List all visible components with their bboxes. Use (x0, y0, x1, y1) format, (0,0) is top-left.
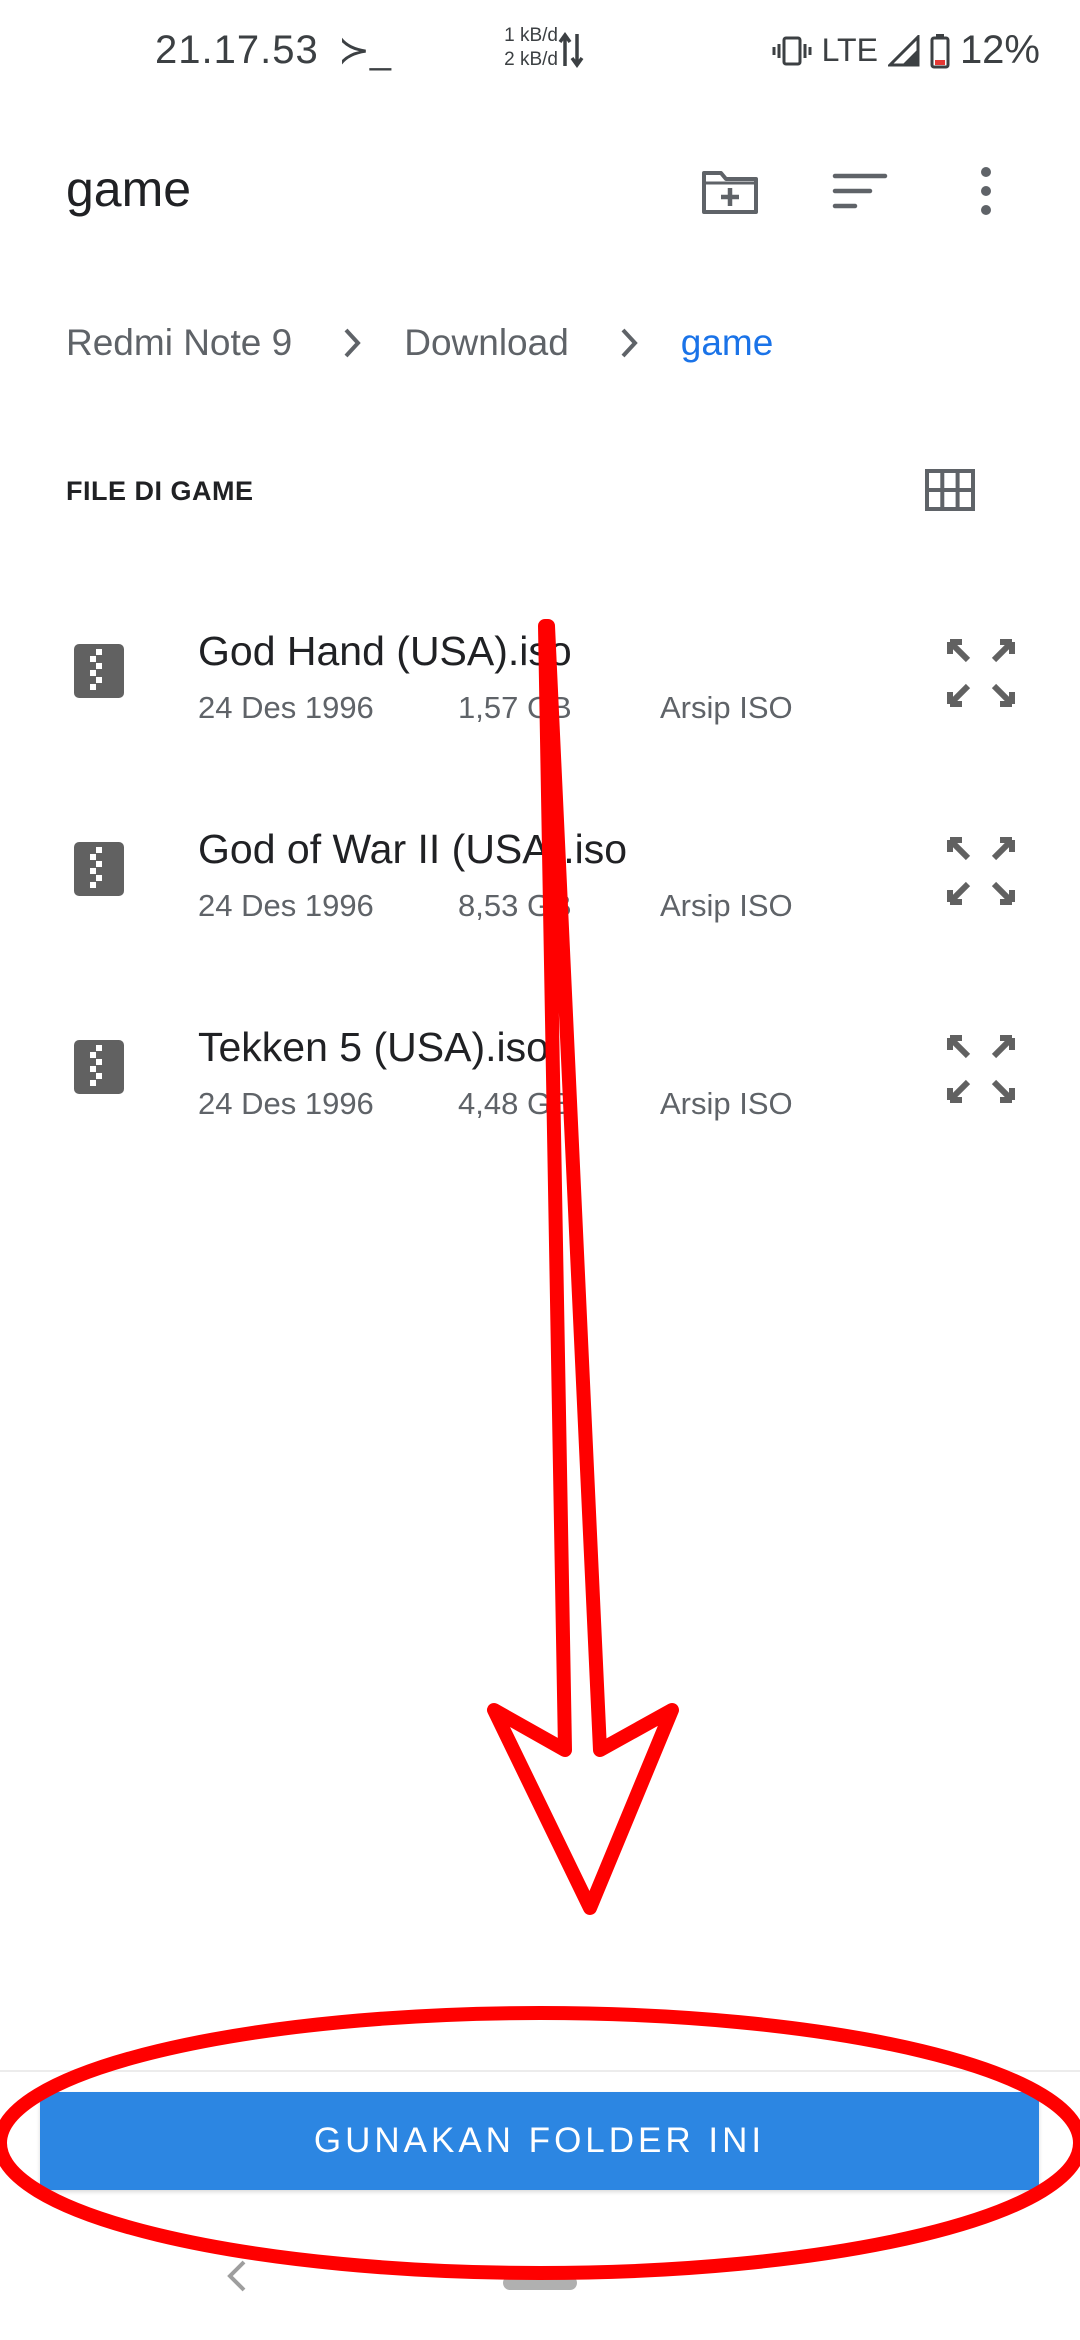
chevron-right-icon (334, 323, 370, 363)
nav-back-icon[interactable] (222, 2256, 252, 2296)
file-size: 1,57 GB (458, 690, 572, 725)
archive-file-icon (74, 842, 124, 896)
more-options-icon (981, 167, 991, 215)
sort-icon (832, 173, 888, 209)
breadcrumb-item-download[interactable]: Download (404, 322, 569, 364)
file-date: 24 Des 1996 (198, 888, 374, 923)
file-type: Arsip ISO (660, 1086, 793, 1121)
status-time: 21.17.53 (155, 28, 319, 72)
divider (0, 2070, 1080, 2072)
battery-percent: 12% (959, 28, 1040, 72)
network-download-rate: 2 kB/d (504, 49, 558, 70)
terminal-icon: ≻_ (338, 30, 391, 72)
more-options-button[interactable] (953, 158, 1019, 224)
file-type: Arsip ISO (660, 888, 793, 923)
file-date: 24 Des 1996 (198, 1086, 374, 1121)
network-type: LTE (821, 32, 878, 68)
breadcrumb-item-current[interactable]: game (681, 322, 774, 364)
file-size: 8,53 GB (458, 888, 572, 923)
network-upload-rate: 1 kB/d (504, 25, 558, 46)
preview-expand-icon[interactable] (946, 1034, 1016, 1104)
preview-expand-icon[interactable] (946, 836, 1016, 906)
list-item[interactable]: God Hand (USA).iso 24 Des 1996 1,57 GB A… (0, 600, 1080, 760)
signal-icon (887, 34, 920, 66)
status-right-cluster: LTE 12% (772, 28, 1040, 73)
status-bar: 21.17.53 ≻_ 1 kB/d 2 kB/d LTE 12% (0, 0, 1080, 100)
sort-button[interactable] (827, 158, 893, 224)
breadcrumb-item-device[interactable]: Redmi Note 9 (66, 322, 292, 364)
file-name: God of War II (USA).iso (198, 826, 628, 872)
file-name: God Hand (USA).iso (198, 628, 572, 674)
archive-file-icon (74, 1040, 124, 1094)
file-size: 4,48 GB (458, 1086, 572, 1121)
vibrate-icon (772, 36, 812, 65)
new-folder-icon (702, 171, 758, 214)
archive-file-icon (74, 644, 124, 698)
file-type: Arsip ISO (660, 690, 793, 725)
page-title: game (66, 161, 192, 217)
chevron-right-icon (611, 323, 647, 363)
file-date: 24 Des 1996 (198, 690, 374, 725)
battery-icon (930, 33, 950, 68)
preview-expand-icon[interactable] (946, 638, 1016, 708)
nav-home-pill[interactable] (503, 2276, 577, 2290)
network-speed: 1 kB/d 2 kB/d (486, 24, 558, 72)
grid-view-icon[interactable] (924, 468, 976, 512)
use-folder-button[interactable]: GUNAKAN FOLDER INI (40, 2092, 1039, 2190)
list-item[interactable]: God of War II (USA).iso 24 Des 1996 8,53… (0, 798, 1080, 958)
section-title: FILE DI GAME (66, 476, 254, 506)
breadcrumb: Redmi Note 9 Download game (66, 318, 773, 368)
file-name: Tekken 5 (USA).iso (198, 1024, 549, 1070)
data-transfer-icon (558, 31, 584, 69)
new-folder-button[interactable] (697, 158, 763, 224)
list-item[interactable]: Tekken 5 (USA).iso 24 Des 1996 4,48 GB A… (0, 996, 1080, 1156)
